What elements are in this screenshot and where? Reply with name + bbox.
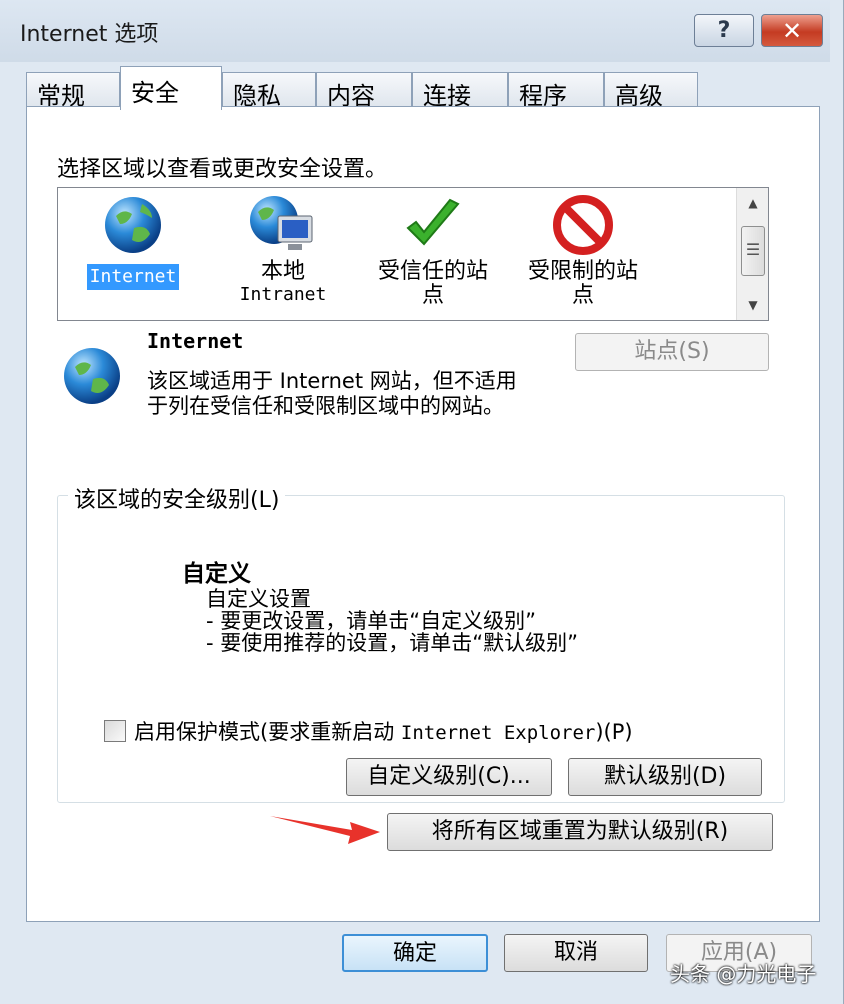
- security-level-description: 自定义设置 - 要更改设置，请单击“自定义级别” - 要使用推荐的设置，请单击“…: [206, 588, 578, 654]
- tab-content[interactable]: 内容: [316, 72, 412, 110]
- security-level-legend: 该区域的安全级别(L): [68, 482, 286, 514]
- level-line: - 要更改设置，请单击“自定义级别”: [206, 609, 537, 633]
- checkmark-icon: [406, 198, 460, 246]
- zone-label: 受限制的站: [527, 259, 638, 284]
- security-level-group: 该区域的安全级别(L) 自定义 自定义设置 - 要更改设置，请单击“自定义级别”…: [57, 482, 785, 803]
- tab-advanced[interactable]: 高级: [604, 72, 698, 110]
- protected-mode-label-part: )(P): [595, 720, 633, 744]
- globe-icon: [105, 197, 161, 253]
- internet-options-dialog: Internet 选项 ? ✕ 常规 安全 隐私 内容 连接 程序 高级 选择区…: [0, 0, 844, 1004]
- scroll-down-arrow-icon[interactable]: ▼: [737, 292, 769, 318]
- sites-button[interactable]: 站点(S): [575, 333, 769, 371]
- window-title: Internet 选项: [20, 22, 159, 47]
- level-line: 自定义设置: [206, 587, 311, 611]
- zone-sublabel: 点: [421, 283, 444, 308]
- protected-mode-label-part: Internet Explorer: [400, 722, 596, 744]
- security-tab-panel: 选择区域以查看或更改安全设置。 Internet 本地 Intranet 受信任…: [26, 106, 820, 922]
- globe-monitor-icon: [250, 196, 313, 250]
- help-button[interactable]: ?: [694, 14, 754, 47]
- zone-label: 本地: [260, 259, 305, 284]
- protected-mode-row[interactable]: 启用保护模式(要求重新启动 Internet Explorer)(P): [104, 716, 633, 746]
- zone-local-intranet[interactable]: 本地 Intranet: [208, 194, 358, 305]
- zone-trusted-sites[interactable]: 受信任的站 点: [358, 194, 508, 308]
- zone-instruction: 选择区域以查看或更改安全设置。: [57, 157, 388, 182]
- tab-general[interactable]: 常规: [26, 72, 120, 110]
- close-icon: ✕: [781, 16, 803, 45]
- close-button[interactable]: ✕: [761, 14, 823, 47]
- protected-mode-checkbox[interactable]: [104, 720, 126, 742]
- level-line: - 要使用推荐的设置，请单击“默认级别”: [206, 631, 579, 655]
- selected-zone-name: Internet: [147, 329, 244, 353]
- reset-all-zones-button[interactable]: 将所有区域重置为默认级别(R): [387, 813, 773, 851]
- zone-sublabel: Intranet: [239, 284, 327, 305]
- tab-programs[interactable]: 程序: [508, 72, 604, 110]
- default-level-button[interactable]: 默认级别(D): [568, 758, 762, 796]
- protected-mode-label: 启用保护模式(要求重新启动 Internet Explorer)(P): [134, 716, 633, 746]
- zone-sublabel: 点: [571, 283, 594, 308]
- tab-privacy[interactable]: 隐私: [222, 72, 316, 110]
- zone-label: 受信任的站: [377, 259, 488, 284]
- question-mark-icon: ?: [717, 18, 731, 43]
- selected-zone-globe-icon: [61, 345, 123, 411]
- security-level-title: 自定义: [182, 561, 251, 587]
- tab-security[interactable]: 安全: [120, 66, 222, 110]
- scroll-up-arrow-icon[interactable]: ▲: [737, 190, 769, 216]
- watermark: 头条 @力光电子: [670, 962, 817, 986]
- ok-button[interactable]: 确定: [342, 934, 488, 972]
- zone-restricted-sites[interactable]: 受限制的站 点: [508, 194, 658, 308]
- custom-level-button[interactable]: 自定义级别(C)...: [346, 758, 552, 796]
- selected-zone-description: 该区域适用于 Internet 网站，但不适用于列在受信任和受限制区域中的网站。: [147, 369, 517, 418]
- zone-internet[interactable]: Internet: [58, 194, 208, 290]
- zone-list: Internet 本地 Intranet 受信任的站 点 受限制的站 点 ▲ ☰…: [57, 187, 769, 321]
- zone-list-scrollbar[interactable]: ▲ ☰ ▼: [736, 188, 768, 320]
- red-annotation-arrow: [270, 816, 380, 844]
- protected-mode-label-part: 启用保护模式(要求重新启动: [134, 720, 401, 744]
- tab-label: 安全: [131, 79, 179, 107]
- prohibited-icon: [553, 195, 613, 255]
- cancel-button[interactable]: 取消: [504, 934, 648, 972]
- title-bar: Internet 选项 ? ✕: [0, 0, 830, 62]
- tab-connections[interactable]: 连接: [412, 72, 508, 110]
- zone-label: Internet: [86, 264, 180, 290]
- scroll-thumb[interactable]: ☰: [741, 226, 765, 276]
